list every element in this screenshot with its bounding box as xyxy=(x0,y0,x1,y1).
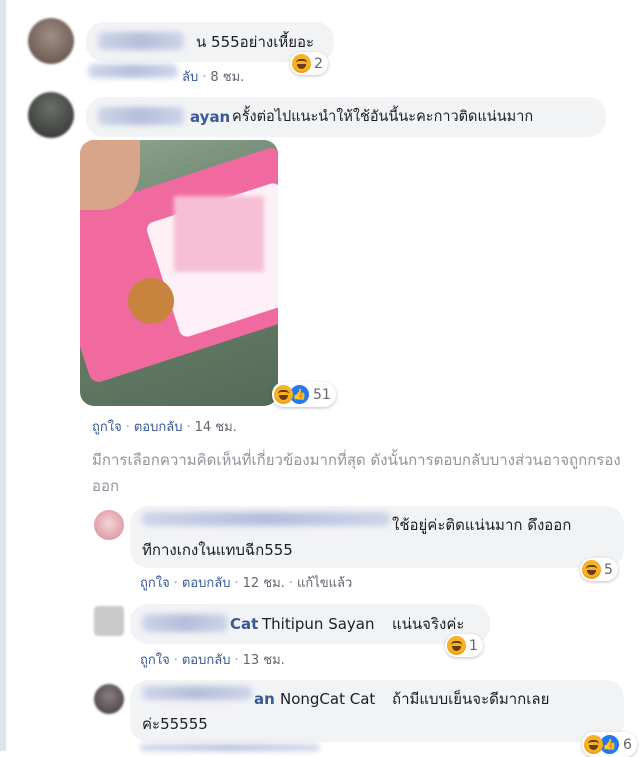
like-link[interactable]: ถูกใจ xyxy=(140,576,170,591)
commenter-name[interactable]: an xyxy=(254,688,275,710)
blurred-brand xyxy=(174,196,264,272)
reply-link[interactable]: ลับ xyxy=(182,70,198,85)
haha-emoji-icon xyxy=(274,385,293,404)
attached-photo[interactable] xyxy=(80,140,278,406)
commenter-name[interactable]: Cat xyxy=(230,613,258,635)
bear-illustration xyxy=(128,278,174,324)
reaction-summary[interactable]: 2 xyxy=(290,52,328,75)
comment-text: น 555อย่างเหี้ยอะ xyxy=(196,33,315,51)
comment-bubble: ayan ครั้งต่อไปแนะนำให้ใช้อันนี้นะคะกาวต… xyxy=(86,97,606,137)
timestamp[interactable]: 13 ชม. xyxy=(243,653,285,668)
reaction-count: 51 xyxy=(313,386,331,403)
blurred-name xyxy=(98,107,184,125)
reply-bubble: an NongCat Cat ถ้ามีแบบเย็นจะดีมากเลย ค่… xyxy=(130,680,624,742)
blurred-action xyxy=(88,64,178,78)
reaction-summary[interactable]: 1 xyxy=(445,634,483,657)
reply-text-line1: ถ้ามีแบบเย็นจะดีมากเลย xyxy=(392,690,550,708)
reply-link[interactable]: ตอบกลับ xyxy=(182,576,231,591)
haha-emoji-icon xyxy=(447,636,466,655)
reaction-summary[interactable]: 👍 51 xyxy=(272,382,336,407)
reply-text-line2: ค่ะ55555 xyxy=(142,715,208,733)
reaction-count: 2 xyxy=(314,55,323,72)
reply-meta: ถูกใจ · ตอบกลับ · 12 ชม. · แก้ไขแล้ว xyxy=(140,576,353,591)
reaction-summary[interactable]: 5 xyxy=(580,558,618,581)
like-link[interactable]: ถูกใจ xyxy=(92,420,122,435)
blurred-meta xyxy=(140,744,320,751)
reply-bubble: Cat Thitipun Sayan แน่นจริงค่ะ xyxy=(130,604,490,644)
timestamp[interactable]: 14 ชม. xyxy=(195,420,237,435)
comment-meta: ถูกใจ · ตอบกลับ · 14 ชม. xyxy=(92,420,237,435)
timestamp[interactable]: 12 ชม. xyxy=(243,576,285,591)
commenter-name[interactable]: ayan xyxy=(190,106,230,128)
left-rail xyxy=(0,0,6,751)
reply-link[interactable]: ตอบกลับ xyxy=(182,653,231,668)
blurred-name xyxy=(142,686,252,700)
reply-text: แน่นจริงค่ะ xyxy=(392,615,465,633)
avatar[interactable] xyxy=(94,606,124,636)
reply-link[interactable]: ตอบกลับ xyxy=(134,420,183,435)
timestamp[interactable]: 8 ชม. xyxy=(210,70,244,85)
reply-text-line1: ใช้อยู่ค่ะติดแน่นมาก ดึงออก xyxy=(392,516,572,534)
reply-meta: ถูกใจ · ตอบกลับ · 13 ชม. xyxy=(140,653,285,668)
blurred-name xyxy=(98,32,184,50)
haha-emoji-icon xyxy=(292,54,311,73)
avatar[interactable] xyxy=(94,510,124,540)
blurred-name xyxy=(142,614,228,632)
haha-emoji-icon xyxy=(584,735,603,754)
blurred-name xyxy=(142,512,390,526)
reaction-summary[interactable]: 👍 6 xyxy=(582,732,637,757)
like-link[interactable]: ถูกใจ xyxy=(140,653,170,668)
avatar[interactable] xyxy=(28,18,74,64)
reaction-count: 5 xyxy=(604,561,613,578)
comment-text: ครั้งต่อไปแนะนำให้ใช้อันนี้นะคะกาวติดแน่… xyxy=(232,109,534,125)
reply-text-line2: ทีกางเกงในแทบฉีก555 xyxy=(142,541,293,559)
comment-meta: ลับ · 8 ชม. xyxy=(182,70,245,85)
tagged-user[interactable]: NongCat Cat xyxy=(280,688,375,710)
reaction-count: 1 xyxy=(469,637,478,654)
reply-bubble: ใช้อยู่ค่ะติดแน่นมาก ดึงออก ทีกางเกงในแท… xyxy=(130,506,624,568)
filter-notice: มีการเลือกความคิดเห็นที่เกี่ยวข้องมากที่… xyxy=(92,451,621,495)
edited-label[interactable]: แก้ไขแล้ว xyxy=(297,576,352,591)
reaction-count: 6 xyxy=(623,736,632,753)
haha-emoji-icon xyxy=(582,560,601,579)
avatar[interactable] xyxy=(28,92,74,138)
avatar[interactable] xyxy=(94,684,124,714)
tagged-user[interactable]: Thitipun Sayan xyxy=(262,613,374,635)
